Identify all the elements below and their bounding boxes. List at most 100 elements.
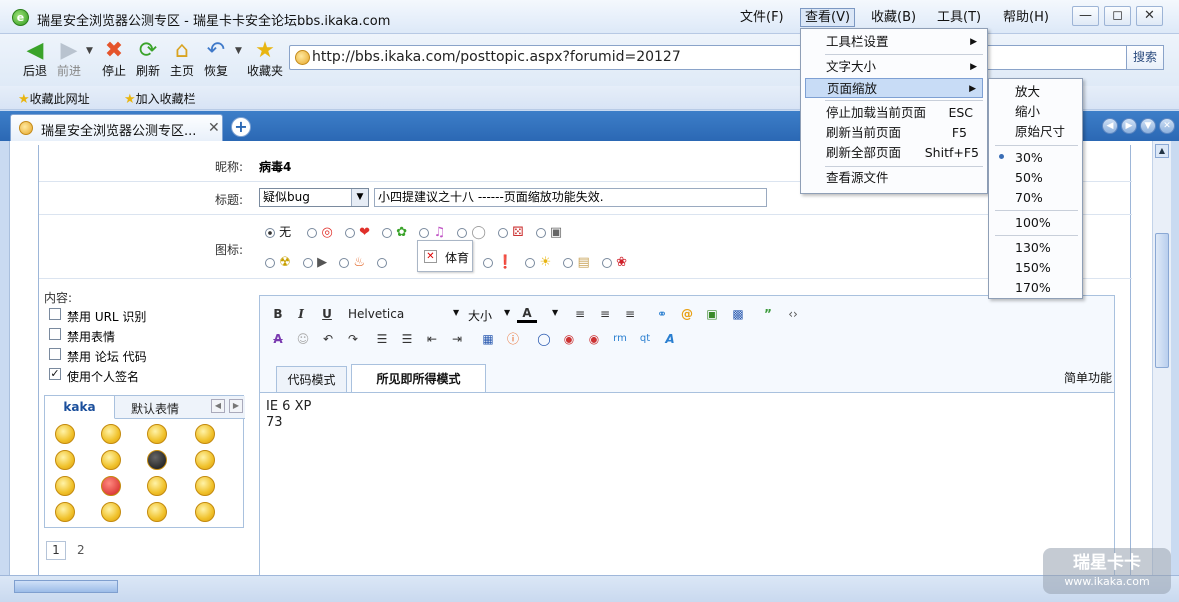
menu-tools[interactable]: 工具(T) [933,8,985,27]
chevron-down-icon[interactable]: ▼ [453,308,459,317]
font-color-button[interactable]: A [517,304,537,323]
simple-mode-link[interactable]: 简单功能 [1064,369,1112,386]
smiley-tab-default[interactable]: 默认表情 [131,400,179,417]
align-left-icon[interactable]: ≡ [570,305,590,323]
remove-format-icon[interactable]: A [268,330,288,348]
icon-radio[interactable] [265,257,275,268]
info-icon[interactable]: ⓘ [503,330,523,348]
close-button[interactable]: ✕ [1136,6,1163,26]
zoom-100-item[interactable]: 100% [1015,213,1051,233]
menu-text-size[interactable]: 文字大小 ▶ [805,57,983,77]
icon-radio[interactable] [483,257,493,268]
smiley-icon[interactable] [55,476,75,496]
icon-radio[interactable] [377,257,388,268]
chevron-down-icon[interactable]: ▼ [504,308,510,317]
smiley-icon[interactable] [101,502,121,522]
scroll-thumb[interactable] [1155,233,1169,368]
favorites-button[interactable]: ★ 收藏夹 [247,38,283,78]
option-disable-url-checkbox[interactable] [49,308,61,320]
forward-button[interactable]: ▶ 前进 [52,38,86,78]
category-select[interactable]: 疑似bug ▼ [259,188,369,207]
tab-close-icon[interactable]: ✕ [208,120,220,136]
zoom-out-item[interactable]: 缩小 [1015,102,1040,122]
indent-icon[interactable]: ⇥ [447,330,467,348]
table-icon[interactable]: ▦ [478,330,498,348]
icon-radio[interactable] [601,257,612,268]
undo-icon[interactable]: ↶ [318,330,338,348]
zoom-70-item[interactable]: 70% [1015,188,1043,208]
icon-radio[interactable] [339,257,350,268]
icon-radio[interactable] [525,257,536,268]
smiley-icon[interactable] [101,424,121,444]
smiley-icon[interactable] [55,424,75,444]
smiley-next-icon[interactable]: ▶ [229,399,243,413]
menu-refresh-all[interactable]: 刷新全部页面 Shitf+F5 [805,143,983,163]
scroll-up-icon[interactable]: ▲ [1155,144,1169,158]
minimize-button[interactable]: — [1072,6,1099,26]
zoom-170-item[interactable]: 170% [1015,278,1051,298]
vertical-scrollbar[interactable]: ▲ [1152,141,1171,575]
smiley-prev-icon[interactable]: ◀ [211,399,225,413]
title-input[interactable]: 小四提建议之十八 ------页面缩放功能失效. [374,188,767,207]
menu-toolbar-settings[interactable]: 工具栏设置 ▶ [805,32,983,52]
tab-list-icon[interactable]: ▼ [1140,118,1156,134]
code-icon[interactable]: ‹› [783,305,803,323]
link-icon[interactable]: ⚭ [652,305,672,323]
zoom-150-item[interactable]: 150% [1015,258,1051,278]
icon-radio[interactable] [344,227,355,238]
smiley-page-1[interactable]: 1 [46,541,66,560]
icon-radio[interactable] [382,227,393,238]
zoom-in-item[interactable]: 放大 [1015,82,1040,102]
smiley-insert-icon[interactable]: ☺ [293,330,313,348]
add-to-bar-link[interactable]: ★加入收藏栏 [124,90,196,107]
image-icon[interactable]: ▣ [702,305,722,323]
italic-button[interactable]: I [291,305,311,323]
ordered-list-icon[interactable]: ☰ [372,330,392,348]
search-button[interactable]: 搜索 [1126,45,1164,70]
forward-dropdown-icon[interactable]: ▼ [86,46,93,56]
menu-view[interactable]: 查看(V) [800,8,856,27]
smiley-icon[interactable] [55,450,75,470]
maximize-button[interactable]: ◻ [1104,6,1131,26]
icon-radio[interactable] [535,227,546,238]
restore-dropdown-icon[interactable]: ▼ [235,46,242,56]
menu-page-zoom[interactable]: 页面缩放 ▶ [805,78,983,98]
smiley-icon[interactable] [195,502,215,522]
menu-help[interactable]: 帮助(H) [999,8,1053,27]
tab-active[interactable]: 瑞星安全浏览器公测专区... ✕ [10,114,223,141]
menu-view-source[interactable]: 查看源文件 [805,168,983,188]
font-select[interactable]: Helvetica [348,307,404,321]
smiley-icon[interactable] [147,450,167,470]
qt-icon[interactable]: qt [635,330,655,348]
video-icon[interactable]: ◉ [584,330,604,348]
align-center-icon[interactable]: ≡ [595,305,615,323]
tab-close-all-icon[interactable]: ✕ [1159,118,1175,134]
align-right-icon[interactable]: ≡ [620,305,640,323]
flash-icon[interactable]: ◯ [534,330,554,348]
editor-body[interactable]: IE 6 XP 73 [260,392,1114,575]
tab-code-mode[interactable]: 代码模式 [276,366,347,392]
unordered-list-icon[interactable]: ☰ [397,330,417,348]
smiley-icon[interactable] [101,450,121,470]
smiley-tab-kaka[interactable]: kaka [45,396,115,419]
smiley-icon[interactable] [195,424,215,444]
option-signature-checkbox[interactable]: ✓ [49,368,61,380]
address-text[interactable]: http://bbs.ikaka.com/posttopic.aspx?foru… [312,49,681,65]
bookmark-site-link[interactable]: ★收藏此网址 [18,90,90,107]
zoom-30-item[interactable]: 30% [1015,148,1043,168]
address-bar[interactable]: http://bbs.ikaka.com/posttopic.aspx?foru… [289,45,1159,70]
icon-radio[interactable] [457,227,468,238]
icon-radio[interactable] [498,227,509,238]
underline-button[interactable]: U [317,305,337,323]
zoom-130-item[interactable]: 130% [1015,238,1051,258]
smiley-icon[interactable] [101,476,121,496]
chevron-down-icon[interactable]: ▼ [552,308,558,317]
icon-radio[interactable] [307,227,318,238]
icon-radio-none[interactable] [265,227,275,238]
redo-icon[interactable]: ↷ [343,330,363,348]
tab-scroll-left-icon[interactable]: ◀ [1102,118,1118,134]
icon-radio[interactable] [419,227,430,238]
email-icon[interactable]: @ [677,305,697,323]
smiley-icon[interactable] [147,476,167,496]
size-select[interactable]: 大小 [468,307,492,324]
